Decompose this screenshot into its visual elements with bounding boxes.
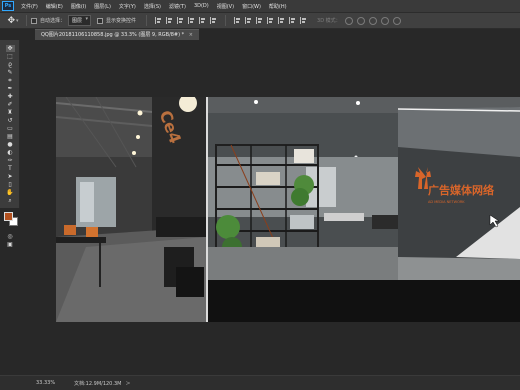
pen-icon[interactable]: ✑	[6, 157, 15, 164]
menu-view[interactable]: 视图(V)	[213, 3, 238, 10]
close-tab-icon[interactable]: ×	[189, 32, 193, 38]
auto-select-checkbox[interactable]	[31, 17, 37, 24]
eyedropper-icon[interactable]: ✒	[6, 85, 15, 92]
distribute-vcenter-icon[interactable]	[245, 17, 252, 24]
menu-3d[interactable]: 3D(D)	[190, 3, 213, 9]
menu-help[interactable]: 帮助(H)	[265, 3, 291, 10]
distribute-hcenter-icon[interactable]	[278, 17, 285, 24]
menu-image[interactable]: 图像(I)	[67, 3, 90, 10]
show-transform-checkbox[interactable]	[97, 17, 104, 24]
show-transform-label: 显示变换控件	[106, 18, 137, 24]
align-bottom-icon[interactable]	[177, 17, 184, 24]
options-divider	[146, 15, 148, 26]
align-left-icon[interactable]	[188, 17, 195, 24]
align-buttons	[155, 15, 307, 26]
3d-roll-icon[interactable]	[356, 16, 365, 25]
options-bar: ✥▾ 自动选择： 图层 显示变换控件 3D 模式：	[0, 12, 520, 29]
lasso-icon[interactable]: ϱ	[6, 61, 15, 68]
options-divider	[225, 15, 227, 26]
sign-sub-text: AD MEDIA NETWORK	[428, 200, 465, 204]
zoom-level[interactable]: 33.33%	[36, 380, 70, 386]
align-vcenter-icon[interactable]	[166, 17, 173, 24]
3d-mode-label: 3D 模式：	[317, 18, 341, 24]
move-tool-preset-icon[interactable]: ✥ ▾	[4, 14, 22, 27]
menu-file[interactable]: 文件(F)	[17, 3, 42, 10]
3d-pan-icon[interactable]	[368, 16, 377, 25]
align-hcenter-icon[interactable]	[199, 17, 206, 24]
3d-orbit-icon[interactable]	[344, 16, 353, 25]
auto-select-label: 自动选择：	[40, 18, 66, 24]
color-swatches	[0, 210, 20, 232]
menu-type[interactable]: 文字(Y)	[115, 3, 140, 10]
eraser-icon[interactable]: ▭	[6, 125, 15, 132]
3d-scale-icon[interactable]	[392, 16, 401, 25]
gradient-icon[interactable]: ▤	[6, 133, 15, 140]
3d-slide-icon[interactable]	[380, 16, 389, 25]
menu-edit[interactable]: 编辑(E)	[42, 3, 67, 10]
document-image[interactable]: Ce4 广告媒体网络 AD MEDIA NETWORK	[56, 97, 520, 322]
foreground-color-swatch[interactable]	[4, 212, 13, 221]
menu-layer[interactable]: 图层(L)	[90, 3, 115, 10]
menu-bar: Ps 文件(F) 编辑(E) 图像(I) 图层(L) 文字(Y) 选择(S) 滤…	[0, 0, 520, 12]
quick-mask-icon[interactable]: ◎	[6, 233, 15, 240]
rectangle-shape-icon[interactable]: ▯	[6, 181, 15, 188]
document-tab[interactable]: QQ图片20181106110858.jpg @ 33.3% (图层 9, RG…	[35, 29, 199, 40]
dodge-icon[interactable]: ◐	[6, 149, 15, 156]
auto-align-icon[interactable]	[300, 17, 307, 24]
menu-window[interactable]: 窗口(W)	[238, 3, 265, 10]
menu-select[interactable]: 选择(S)	[140, 3, 165, 10]
distribute-right-icon[interactable]	[289, 17, 296, 24]
photoshop-window: Ps 文件(F) 编辑(E) 图像(I) 图层(L) 文字(Y) 选择(S) 滤…	[0, 0, 520, 390]
rect-marquee-icon[interactable]: ⬚	[6, 53, 15, 60]
menu-filter[interactable]: 滤镜(T)	[165, 3, 190, 10]
sign-main-text: 广告媒体网络	[428, 183, 494, 197]
history-brush-icon[interactable]: ↺	[6, 117, 15, 124]
zoom-icon[interactable]: ⌕	[6, 197, 15, 204]
distribute-bottom-icon[interactable]	[256, 17, 263, 24]
crop-icon[interactable]: ⌗	[6, 77, 15, 84]
app-logo: Ps	[2, 1, 14, 11]
office-render-image: Ce4 广告媒体网络 AD MEDIA NETWORK	[56, 97, 520, 322]
status-menu-arrow-icon[interactable]: >	[125, 380, 130, 387]
show-transform-group: 显示变换控件	[97, 17, 136, 24]
align-right-icon[interactable]	[210, 17, 217, 24]
status-bar: 33.33% 文档:12.9M/120.3M >	[0, 375, 520, 390]
document-tab-bar: QQ图片20181106110858.jpg @ 33.3% (图层 9, RG…	[20, 29, 520, 40]
tools-panel: ✥ ⬚ ϱ ✎ ⌗ ✒ ✚ ✐ ♜ ↺ ▭ ▤ ● ◐ ✑ T ➤ ▯ ✋ ⌕ …	[0, 40, 20, 248]
type-icon[interactable]: T	[6, 165, 15, 172]
document-tab-title: QQ图片20181106110858.jpg @ 33.3% (图层 9, RG…	[41, 32, 185, 38]
clone-stamp-icon[interactable]: ♜	[6, 109, 15, 116]
quick-select-icon[interactable]: ✎	[6, 69, 15, 76]
canvas-area: Ce4 广告媒体网络 AD MEDIA NETWORK	[21, 40, 520, 375]
path-select-icon[interactable]: ➤	[6, 173, 15, 180]
align-top-icon[interactable]	[155, 17, 162, 24]
move-icon[interactable]: ✥	[5, 44, 15, 52]
auto-select-dropdown[interactable]: 图层	[68, 15, 92, 26]
blur-icon[interactable]: ●	[6, 141, 15, 148]
brush-icon[interactable]: ✐	[6, 101, 15, 108]
distribute-top-icon[interactable]	[234, 17, 241, 24]
screen-mode-icon[interactable]: ▣	[6, 241, 15, 248]
auto-select-group: 自动选择： 图层	[31, 15, 92, 26]
document-size: 文档:12.9M/120.3M	[74, 380, 122, 387]
distribute-left-icon[interactable]	[267, 17, 274, 24]
hand-icon[interactable]: ✋	[6, 189, 15, 196]
options-divider	[26, 15, 27, 26]
healing-brush-icon[interactable]: ✚	[6, 93, 15, 100]
